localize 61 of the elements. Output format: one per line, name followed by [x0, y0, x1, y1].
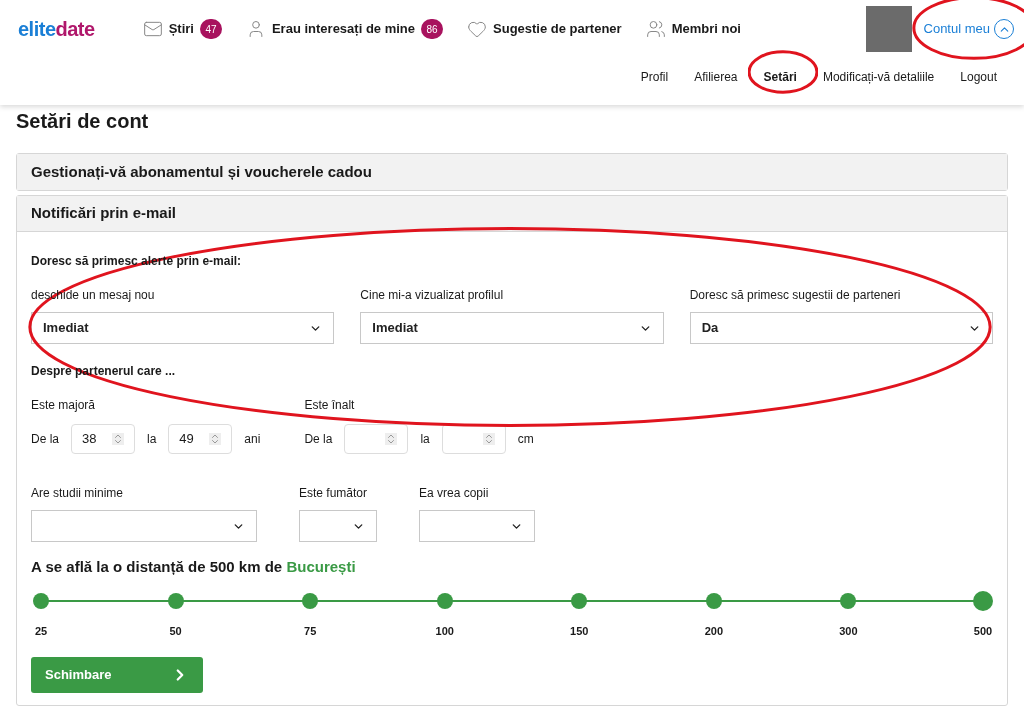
stop-label: 75 [304, 623, 317, 639]
slider-stop[interactable] [302, 592, 319, 609]
unit-label: ani [244, 431, 261, 448]
field-label: Este fumător [299, 485, 369, 502]
field-label: Are studii minime [31, 485, 125, 502]
spinner-icon [112, 433, 124, 445]
stop-label: 300 [839, 623, 858, 639]
number-field[interactable]: 38 [71, 424, 135, 454]
dropdown-select[interactable]: Imediat [31, 312, 335, 344]
spinner-icon [209, 433, 222, 445]
field-label: Ea vrea copii [419, 485, 490, 502]
section-header[interactable]: Gestionați-vă abonamentul și voucherele cadou [17, 154, 1007, 190]
subnav-link[interactable]: Profil [640, 70, 669, 84]
field-label: Cine mi-a vizualizat profilul [360, 287, 504, 304]
nav-link[interactable]: Știri [168, 19, 194, 39]
field-label: Doresc să primesc sugestii de parteneri [689, 287, 901, 304]
subnav-link[interactable]: Modificați-vă detaliile [822, 70, 935, 84]
nav-link[interactable]: Membri noi [671, 19, 741, 39]
slider-stop[interactable] [167, 592, 184, 609]
slider-stop[interactable] [840, 592, 857, 609]
slider-stop[interactable] [705, 592, 722, 609]
number-field[interactable]: 49 [168, 424, 233, 454]
field-label: la [420, 431, 430, 448]
stop-label: 150 [570, 623, 589, 639]
avatar-photo-placeholder[interactable] [865, 6, 912, 52]
submit-button[interactable]: Schimbare [31, 656, 203, 693]
distance-heading: A se află la o distanță de 500 km de București [31, 557, 357, 577]
stop-label: 25 [34, 623, 48, 639]
stop-label: 200 [704, 623, 723, 639]
slider-stop[interactable] [33, 592, 49, 609]
subnav-link[interactable]: Setări [763, 70, 797, 84]
logo[interactable]: elitedate [18, 14, 95, 44]
section-header[interactable]: Notificări prin e-mail [17, 196, 1007, 232]
account-menu-button[interactable]: Contul meu [921, 13, 1016, 45]
dropdown-select[interactable]: Imediat [360, 312, 664, 344]
subnav-link[interactable]: Logout [960, 70, 997, 84]
count-badge: 86 [421, 19, 443, 39]
dropdown-select[interactable]: Da [689, 312, 993, 344]
nav-link[interactable]: Sugestie de partener [493, 19, 622, 39]
mail-icon [142, 19, 163, 39]
field-label: De la [304, 431, 333, 448]
slider-thumb[interactable] [973, 590, 993, 611]
page-title: Setări de cont [16, 111, 150, 131]
field-label: la [147, 431, 157, 448]
stop-label: 500 [973, 623, 993, 639]
people-icon [645, 19, 666, 39]
spinner-icon [482, 433, 495, 445]
subnav-link[interactable]: Afilierea [694, 70, 738, 84]
field-label: Este înalt [304, 397, 356, 414]
field-label: Este majoră [31, 397, 97, 414]
unit-label: cm [517, 431, 534, 448]
number-field[interactable] [344, 424, 409, 454]
nav-link[interactable]: Erau interesați de mine [271, 19, 415, 39]
heart-icon [467, 19, 487, 39]
slider-stop[interactable] [571, 592, 588, 609]
slider-stop[interactable] [436, 592, 453, 609]
spinner-icon [385, 433, 398, 445]
count-badge: 47 [199, 19, 222, 39]
stop-label: 100 [435, 623, 454, 639]
stop-label: 50 [169, 623, 182, 639]
field-label: De la [31, 431, 59, 448]
